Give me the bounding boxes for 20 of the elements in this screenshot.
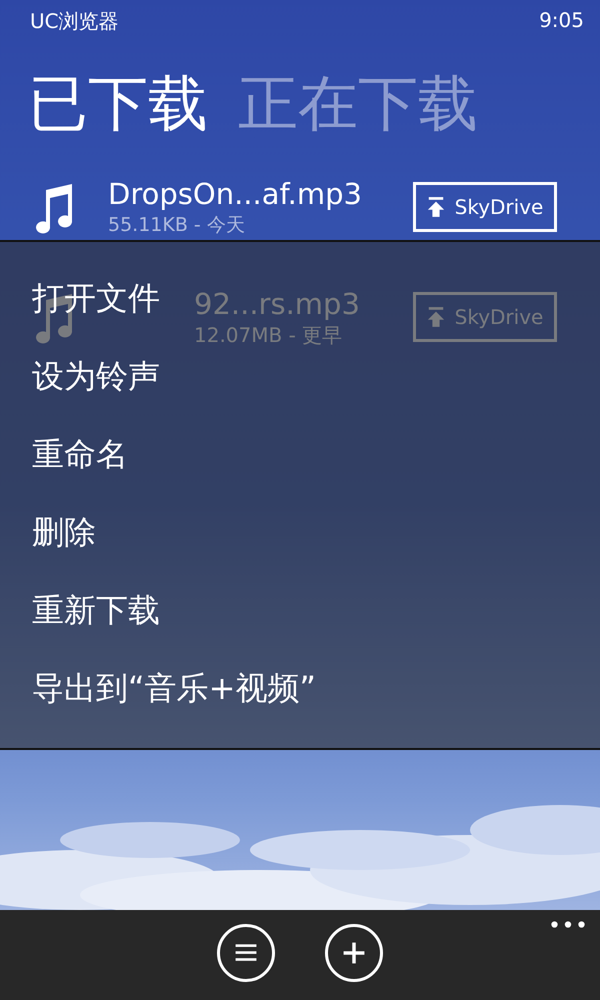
file-details: 55.11KB - 今天 [108, 213, 245, 238]
upload-icon [426, 197, 445, 217]
menu-item[interactable]: 导出到“音乐+视频” [32, 668, 316, 708]
pivot-tab[interactable]: 已下载 [28, 68, 208, 158]
menu-item[interactable]: 设为铃声 [32, 356, 160, 396]
clock: 9:05 [539, 8, 584, 34]
file-name: DropsOn...af.mp3 [108, 176, 363, 212]
menu-item[interactable]: 重命名 [32, 434, 128, 474]
more-icon[interactable] [550, 920, 586, 929]
menu-item[interactable]: 删除 [32, 512, 96, 552]
app-bar-button[interactable] [217, 924, 275, 982]
upload-icon [426, 307, 445, 327]
file-details: 12.07MB - 更早 [194, 322, 342, 348]
menu-item[interactable]: 重新下载 [32, 590, 160, 630]
file-name: 92...rs.mp3 [194, 286, 361, 322]
upload-button[interactable]: SkyDrive [413, 182, 557, 232]
menu-item[interactable]: 打开文件 [32, 278, 160, 318]
app-bar-button[interactable] [325, 924, 383, 982]
app-name: UC浏览器 [30, 8, 119, 35]
plus-icon [341, 940, 367, 966]
